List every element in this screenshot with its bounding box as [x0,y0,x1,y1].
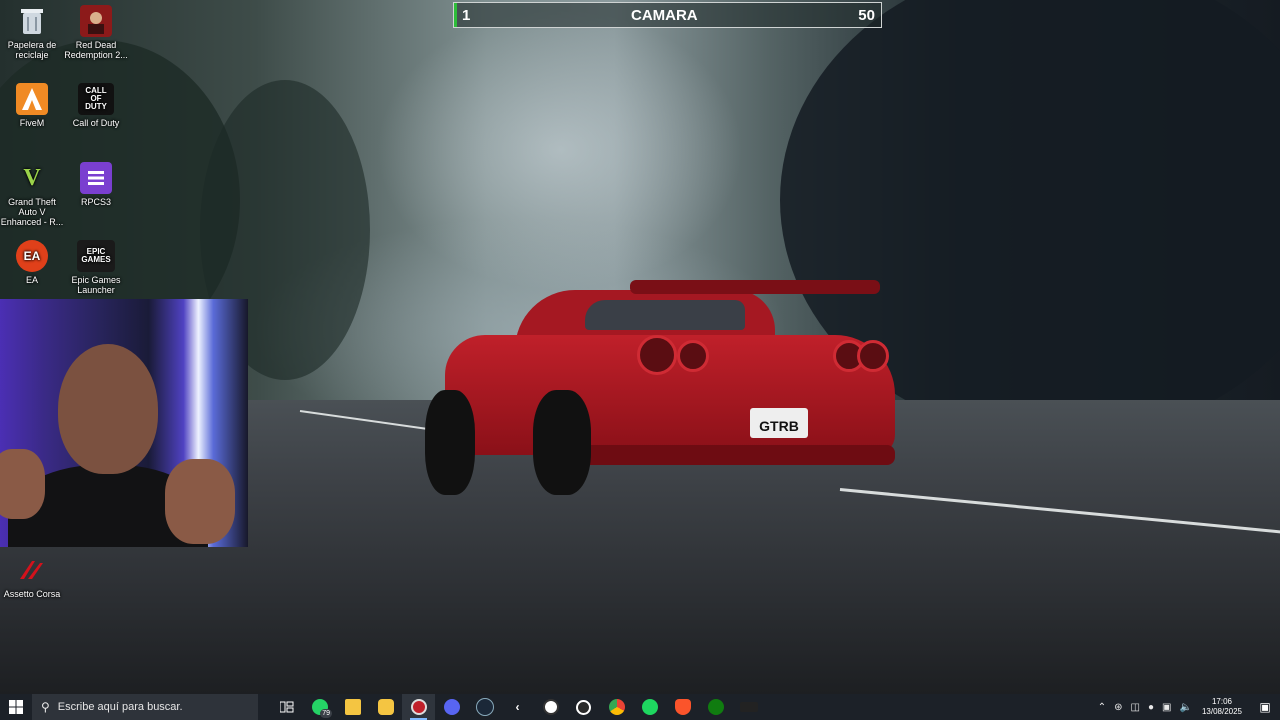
rpcs3-icon [80,162,112,194]
taskbar-app-microsoft-store[interactable] [369,694,402,720]
network-icon[interactable]: ▣ [1162,702,1171,713]
desktop-icon-assetto-corsa[interactable]: Assetto Corsa [0,554,64,599]
webcam-person-head [58,344,158,474]
car-spoiler [630,280,880,294]
epic-icon: ‹ [515,700,520,714]
taskbar-app-steam[interactable] [468,694,501,720]
volume-icon[interactable]: 🔈 [1180,702,1192,713]
microphone-icon[interactable]: ● [1148,702,1154,713]
taskbar-app-discord[interactable] [435,694,468,720]
taskbar: ⚲ Escribe aquí para buscar. 79 ‹ ⌃ ⊛ ◫ ●… [0,694,1280,720]
desktop-icon-rpcs3[interactable]: RPCS3 [64,162,128,207]
webcam-overlay [0,299,248,547]
bluetooth-icon[interactable]: ⊛ [1114,702,1122,713]
car-taillight [857,340,889,372]
notification-icon[interactable]: ▣ [1250,700,1280,714]
task-view-button[interactable] [270,694,303,720]
store-icon [377,699,394,715]
taskbar-app-whatsapp[interactable]: 79 [303,694,336,720]
camara-right-value: 50 [858,6,875,24]
taskbar-clock[interactable]: 17:06 13/08/2025 [1202,697,1242,717]
steam-icon [475,698,494,716]
nvidia-icon [739,702,758,712]
car-taillight [677,340,709,372]
taskbar-app-obs[interactable] [567,694,600,720]
desktop-icon-epic-games[interactable]: EPIC GAMES Epic Games Launcher [64,240,128,295]
desktop-icon-label: Grand Theft Auto V Enhanced - R... [0,197,64,227]
brave-icon [674,699,691,715]
taskbar-app-epic[interactable]: ‹ [501,694,534,720]
call-of-duty-icon: CALL OF DUTY [78,83,114,115]
car-rear-window [585,300,745,330]
taskbar-app-xbox[interactable] [699,694,732,720]
desktop-icon-label: Red Dead Redemption 2... [64,40,128,60]
desktop-icon-label: RPCS3 [80,197,111,207]
desktop-icon-gta-v[interactable]: V Grand Theft Auto V Enhanced - R... [0,162,64,227]
spotify-icon [641,699,658,715]
desktop-icon-label: Assetto Corsa [3,589,61,599]
task-view-icon [279,701,293,713]
taskbar-app-chrome[interactable] [600,694,633,720]
desktop-icon-label: FiveM [19,118,45,128]
camara-progress-indicator [454,3,457,27]
camara-title: CAMARA [630,6,698,24]
car-wheel [533,390,591,495]
fivem-icon [16,83,48,115]
taskbar-app-nvidia[interactable] [732,694,765,720]
desktop-icon-red-dead-redemption-2[interactable]: Red Dead Redemption 2... [64,5,128,60]
rockstar-icon [542,699,559,715]
start-button[interactable] [0,694,32,720]
desktop-icon-label: Call of Duty [72,118,120,128]
taskbar-app-file-explorer[interactable] [336,694,369,720]
record-icon [410,699,427,715]
recycle-bin-icon [16,5,48,37]
search-placeholder: Escribe aquí para buscar. [57,701,183,713]
gta-v-icon: V [23,165,41,191]
whatsapp-unread-badge: 79 [320,709,332,718]
taskbar-app-recording[interactable] [402,694,435,720]
usb-icon[interactable]: ◫ [1131,702,1140,713]
desktop-icon-label: Papelera de reciclaje [7,40,57,60]
taskbar-app-brave[interactable] [666,694,699,720]
webcam-person-hand [165,459,235,544]
desktop-icon-label: EA [25,275,38,285]
discord-icon [443,699,460,715]
red-car: GTRB [425,280,900,500]
xbox-icon [707,699,724,715]
chrome-icon [608,699,625,715]
windows-icon [9,700,23,714]
camara-left-value: 1 [462,6,471,24]
desktop-icon-fivem[interactable]: FiveM [0,83,64,128]
desktop-icon-label: Epic Games Launcher [71,275,121,295]
search-icon: ⚲ [41,700,50,714]
desktop-icon-ea[interactable]: EA EA [0,240,64,285]
red-dead-redemption-icon [80,5,112,37]
folder-icon [344,699,361,715]
obs-icon [576,699,591,715]
car-taillight [637,335,677,375]
epic-games-icon: EPIC GAMES [77,240,115,272]
camara-overlay-bar: 1 CAMARA 50 [453,2,882,28]
ea-icon: EA [16,240,48,272]
car-bumper [575,445,895,465]
clock-time: 17:06 [1211,697,1232,706]
chevron-up-icon[interactable]: ⌃ [1098,702,1106,713]
taskbar-app-spotify[interactable] [633,694,666,720]
desktop-icon-call-of-duty[interactable]: CALL OF DUTY Call of Duty [64,83,128,128]
clock-date: 13/08/2025 [1201,707,1242,716]
license-plate: GTRB [750,408,808,438]
desktop-icon-recycle-bin[interactable]: Papelera de reciclaje [0,5,64,60]
webcam-person-hand [0,449,45,519]
car-wheel [425,390,475,495]
system-tray: ⌃ ⊛ ◫ ● ▣ 🔈 17:06 13/08/2025 ▣ [1094,694,1280,720]
taskbar-search-box[interactable]: ⚲ Escribe aquí para buscar. [32,694,258,720]
taskbar-app-rockstar[interactable] [534,694,567,720]
assetto-corsa-icon [16,554,48,586]
